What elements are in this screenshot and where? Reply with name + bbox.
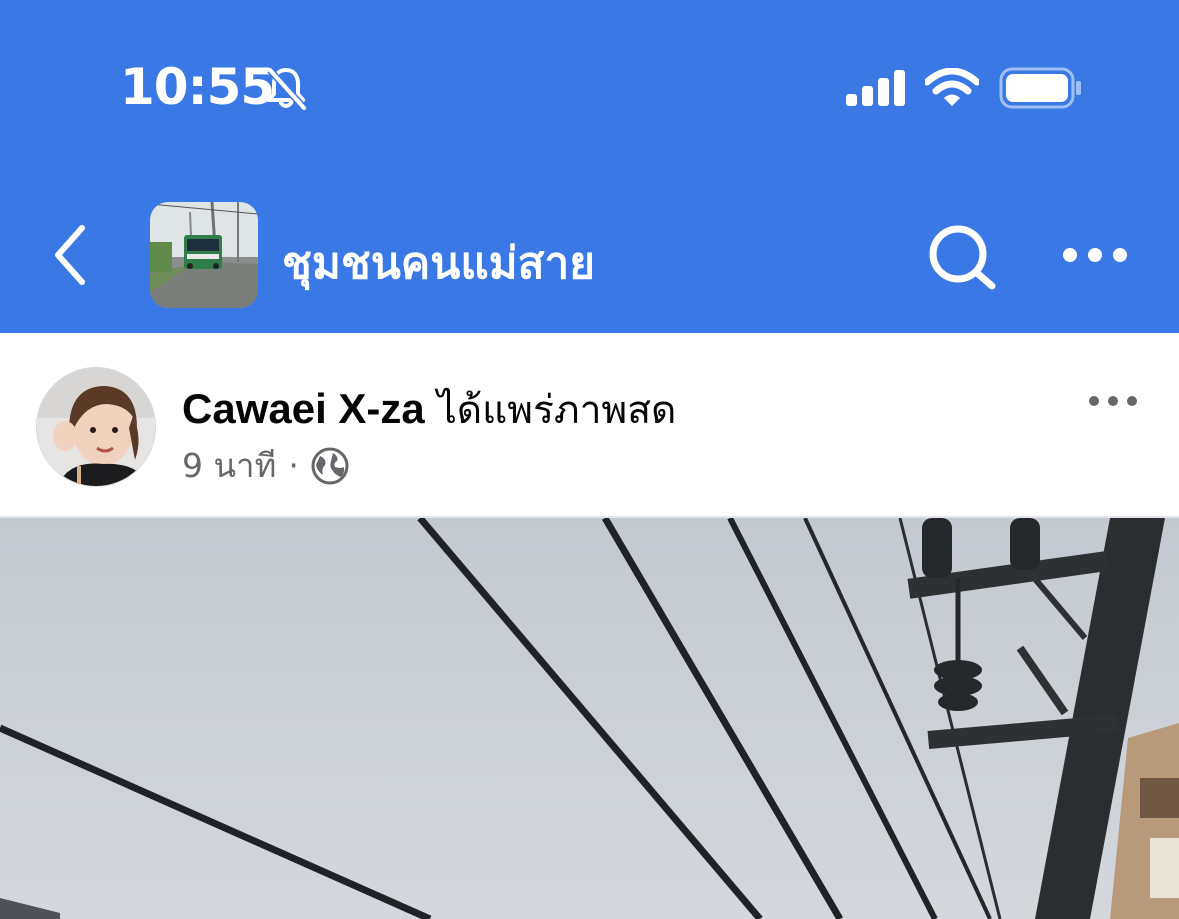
cellular-signal-icon <box>846 70 905 106</box>
live-video[interactable] <box>0 518 1179 919</box>
profile-photo-image <box>37 368 155 486</box>
post-action-text: ได้แพร่ภาพสด <box>437 388 677 433</box>
post-time[interactable]: 9 นาที <box>182 439 276 492</box>
post-meta: 9 นาที · <box>182 439 349 492</box>
author-name[interactable]: Cawaei X-za <box>182 385 425 432</box>
meta-separator: · <box>288 446 299 485</box>
bus-photo-image <box>150 202 258 308</box>
post-author-line: Cawaei X-za ได้แพร่ภาพสด <box>182 379 676 441</box>
bell-slash-icon <box>267 67 307 110</box>
app-header: 10:55 ชุมชนคนแม่สาย <box>0 0 1179 333</box>
more-options-button[interactable] <box>1060 240 1130 270</box>
post-more-button[interactable] <box>1088 391 1138 411</box>
post-header: Cawaei X-za ได้แพร่ภาพสด 9 นาที · <box>0 333 1179 517</box>
search-button[interactable] <box>926 222 1000 292</box>
wifi-icon <box>925 68 979 106</box>
status-time: 10:55 <box>120 58 275 116</box>
live-video-frame-image <box>0 518 1179 919</box>
group-cover-thumbnail[interactable] <box>150 202 258 308</box>
group-title[interactable]: ชุมชนคนแม่สาย <box>282 228 595 298</box>
back-button[interactable] <box>50 222 94 288</box>
globe-icon <box>311 447 349 484</box>
avatar[interactable] <box>36 367 156 487</box>
battery-icon <box>999 67 1081 109</box>
